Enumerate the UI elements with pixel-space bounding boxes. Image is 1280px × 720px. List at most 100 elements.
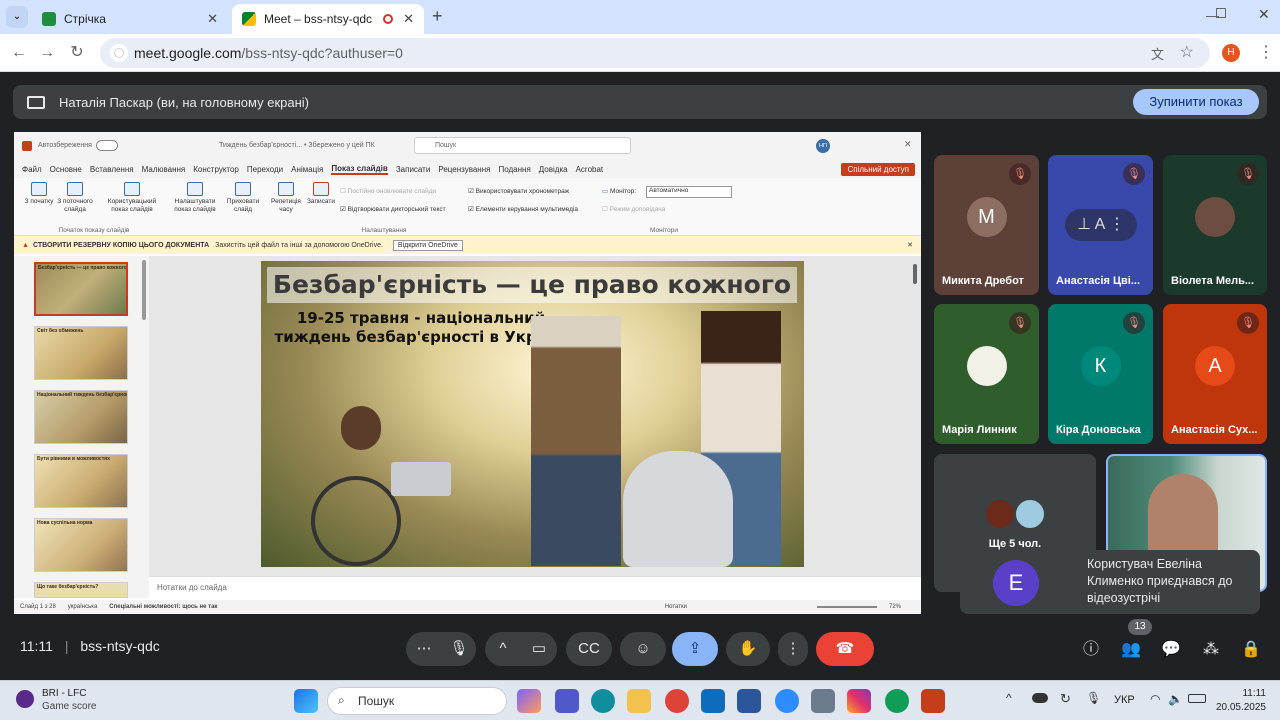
address-bar[interactable]: meet.google.com /bss-ntsy-qdc?authuser=0… <box>100 38 1210 68</box>
tray-chevron-icon[interactable]: ^ <box>1006 691 1012 705</box>
onedrive-icon[interactable] <box>1032 693 1048 703</box>
tab-feed[interactable]: Стрічка ✕ <box>32 4 228 34</box>
pin-controls[interactable]: ⊥ A ⋮ <box>1065 209 1137 241</box>
ppt-close-icon[interactable]: ✕ <box>904 139 912 150</box>
zoom-slider[interactable] <box>816 606 877 608</box>
status-accessibility[interactable]: Спеціальні можливості: щось не так <box>109 604 217 610</box>
chrome-menu-icon[interactable]: ⋮ <box>1258 42 1274 62</box>
presenter-view-checkbox[interactable]: ☐ Режим доповідача <box>602 206 665 214</box>
rehearse-button[interactable]: Репетиція часу <box>268 182 304 214</box>
slide-thumbnail[interactable]: 4 Бути рівними в можливостях <box>34 454 128 508</box>
file-explorer-icon[interactable] <box>627 689 651 713</box>
translate-icon[interactable]: 文 <box>1151 44 1164 63</box>
people-icon[interactable]: 👥 <box>1118 637 1144 663</box>
thumbnails-scrollbar[interactable] <box>142 260 146 320</box>
notes-toggle[interactable]: Нотатки <box>665 604 687 610</box>
microphone-button[interactable]: 🎙 <box>442 632 476 666</box>
copilot-icon[interactable] <box>517 689 541 713</box>
autosave-toggle[interactable] <box>96 140 118 151</box>
back-icon[interactable]: ← <box>8 42 30 64</box>
tab-list-dropdown[interactable]: ⌄ <box>6 6 28 28</box>
input-language[interactable]: УКР <box>1114 694 1135 706</box>
volume-icon[interactable]: 🔈 <box>1168 692 1183 706</box>
ppt-tab[interactable]: Анімація <box>291 165 323 174</box>
use-timings-checkbox[interactable]: ☑ Використовувати хронометраж <box>468 188 569 196</box>
bookmark-star-icon[interactable]: ☆ <box>1180 42 1194 62</box>
camera-button[interactable]: ▭ <box>521 632 557 666</box>
raise-hand-button[interactable]: ✋ <box>726 632 770 666</box>
ppt-tab[interactable]: Малювання <box>142 165 186 174</box>
start-icon[interactable] <box>294 689 318 713</box>
ppt-tab[interactable]: Довідка <box>539 165 568 174</box>
participant-tile[interactable]: ⊥ A ⋮ 🎙 Анастасія Цвi... <box>1048 155 1153 295</box>
host-controls-icon[interactable]: 🔒 <box>1238 637 1264 663</box>
participant-tile[interactable]: А 🎙 Анастасія Сух... <box>1163 304 1267 444</box>
zoom-level[interactable]: 72% <box>889 604 901 610</box>
reload-icon[interactable]: ↻ <box>66 42 88 64</box>
mic-tray-icon[interactable]: 🎙 <box>1086 691 1101 705</box>
site-info-icon[interactable] <box>110 44 128 62</box>
slide-thumbnail[interactable]: 2 Світ без обмежень <box>34 326 128 380</box>
ppt-tab-slideshow[interactable]: Показ слайдів <box>331 164 388 175</box>
slide-thumbnail[interactable]: 5 Нова суспільна норма <box>34 518 128 572</box>
sync-icon[interactable]: ↻ <box>1060 691 1071 707</box>
setup-show-button[interactable]: Налаштувати показ слайдів <box>168 182 222 214</box>
leave-call-button[interactable]: ☎ <box>816 632 874 666</box>
powerpoint-icon[interactable] <box>921 689 945 713</box>
ppt-tab[interactable]: Подання <box>498 165 530 174</box>
ppt-search-box[interactable]: Пошук <box>414 137 631 154</box>
battery-icon[interactable] <box>1188 694 1206 703</box>
more-options-button[interactable]: ⋮ <box>778 632 808 666</box>
clock[interactable]: 11:11 20.05.2025 <box>1212 687 1266 715</box>
present-button[interactable]: ⇪ <box>672 632 718 666</box>
notes-pane[interactable]: Нотатки до слайда <box>149 576 921 600</box>
chrome-profile-icon[interactable] <box>885 689 909 713</box>
activities-icon[interactable]: ⁂ <box>1198 637 1224 663</box>
close-tab-icon[interactable]: ✕ <box>207 11 218 27</box>
ppt-share-button[interactable]: Спільний доступ <box>841 162 915 176</box>
ppt-tab[interactable]: Основне <box>50 165 82 174</box>
ppt-tab[interactable]: Acrobat <box>576 165 604 174</box>
ppt-tab[interactable]: Вставлення <box>90 165 134 174</box>
ppt-tab[interactable]: Переходи <box>247 165 283 174</box>
from-current-button[interactable]: З поточного слайда <box>56 182 94 214</box>
participant-tile[interactable]: 🎙 Марія Линник <box>934 304 1039 444</box>
word-icon[interactable] <box>737 689 761 713</box>
slide-thumbnail[interactable]: 3 Національний тиждень безбар'єрності <box>34 390 128 444</box>
slide-scrollbar[interactable] <box>913 264 917 284</box>
stop-presenting-button[interactable]: Зупинити показ <box>1133 89 1259 115</box>
participant-tile[interactable]: 🎙 Віолета Мель... <box>1163 155 1267 295</box>
teams-icon[interactable] <box>555 689 579 713</box>
play-narration-checkbox[interactable]: ☑ Відтворювати дикторський текст <box>340 206 446 214</box>
forward-icon[interactable]: → <box>36 42 58 64</box>
taskbar-search[interactable]: ⌕ Пошук <box>327 687 507 715</box>
close-warning-icon[interactable]: ✕ <box>907 241 913 249</box>
ppt-tab[interactable]: Конструктор <box>193 165 239 174</box>
hide-slide-button[interactable]: Приховати слайд <box>224 182 262 214</box>
camera-options-button[interactable]: ^ <box>485 632 521 666</box>
chrome-icon[interactable] <box>665 689 689 713</box>
chat-icon[interactable]: 💬 <box>1158 637 1184 663</box>
ppt-user-avatar[interactable]: НП <box>816 139 830 153</box>
participant-tile[interactable]: М 🎙 Микита Дребот <box>934 155 1039 295</box>
record-button[interactable]: Записати <box>304 182 338 206</box>
captions-button[interactable]: CC <box>566 632 612 666</box>
app-icon[interactable] <box>811 689 835 713</box>
ppt-tab[interactable]: Рецензування <box>438 165 490 174</box>
ppt-tab[interactable]: Файл <box>22 165 42 174</box>
tab-meet[interactable]: Meet – bss-ntsy-qdc ✕ <box>232 4 424 34</box>
open-onedrive-button[interactable]: Відкрити OneDrive <box>392 239 463 251</box>
close-window-icon[interactable]: ✕ <box>1258 6 1270 23</box>
participant-tile[interactable]: К 🎙 Кіра Доновська <box>1048 304 1153 444</box>
current-slide[interactable]: Безбар'єрність — це право кожного 19-25 … <box>261 261 804 567</box>
outlook-icon[interactable] <box>701 689 725 713</box>
slide-thumbnail[interactable]: 1 Безбар'єрність — це право кожного <box>34 262 128 316</box>
slide-thumbnail[interactable]: 6 Що таке безбар'єрність? <box>34 582 128 598</box>
meeting-info-icon[interactable]: ⓘ <box>1078 637 1104 663</box>
weather-widget[interactable]: BRI - LFC Game score <box>16 687 96 713</box>
reactions-button[interactable]: ☺ <box>620 632 666 666</box>
edge-icon[interactable] <box>591 689 615 713</box>
new-tab-button[interactable]: + <box>432 6 443 27</box>
profile-avatar[interactable]: Н <box>1222 44 1240 62</box>
monitor-select[interactable]: Автоматично <box>646 186 732 198</box>
